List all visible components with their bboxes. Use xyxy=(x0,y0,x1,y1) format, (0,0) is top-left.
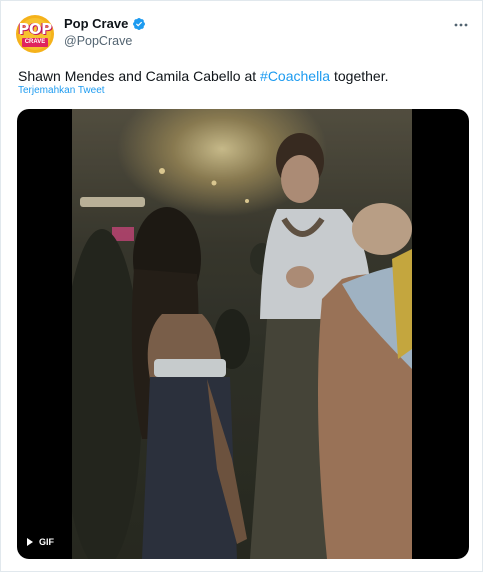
verified-badge-icon xyxy=(133,17,146,30)
avatar-logo-text: POP xyxy=(18,20,52,38)
gif-frame-image xyxy=(72,109,412,559)
more-horizontal-icon xyxy=(454,23,468,27)
gif-badge-label: GIF xyxy=(39,537,54,547)
gif-badge[interactable]: GIF xyxy=(27,537,54,547)
tweet-text: Shawn Mendes and Camila Cabello at #Coac… xyxy=(18,68,388,84)
tweet-text-part: Shawn Mendes and Camila Cabello at xyxy=(18,68,261,84)
author-handle[interactable]: @PopCrave xyxy=(64,34,132,48)
author-display-name[interactable]: Pop Crave xyxy=(64,16,128,31)
author-name-row[interactable]: Pop Crave xyxy=(64,16,146,31)
tweet-text-part: together. xyxy=(330,68,389,84)
avatar-logo-subtext: CRAVE xyxy=(22,38,48,47)
tweet-card: POP CRAVE Pop Crave @PopCrave Shawn Mend… xyxy=(0,0,483,572)
play-icon xyxy=(27,538,33,546)
gif-frame xyxy=(72,109,412,559)
hashtag-link[interactable]: #Coachella xyxy=(260,68,330,84)
translate-tweet-link[interactable]: Terjemahkan Tweet xyxy=(18,85,105,96)
more-options-button[interactable] xyxy=(451,15,471,35)
avatar[interactable]: POP CRAVE xyxy=(16,15,54,53)
media-gif[interactable]: GIF xyxy=(17,109,469,559)
